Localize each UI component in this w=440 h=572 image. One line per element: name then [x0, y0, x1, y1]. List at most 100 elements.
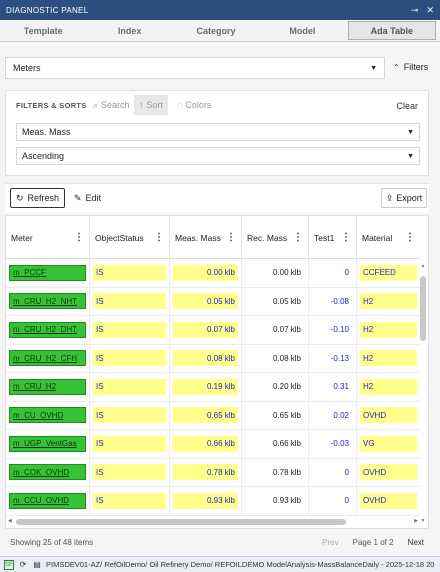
table-row[interactable]: m_CCU_OVHD IS 0.93 klb 0.93 klb 0 OVHD	[6, 487, 420, 516]
table-row[interactable]: m_CRU_H2_DHT IS 0.07 klb 0.07 klb -0.10 H2	[6, 316, 420, 345]
object-type-select[interactable]: Meters ▼	[5, 57, 385, 79]
export-label: Export	[396, 193, 423, 203]
table-row[interactable]: m_CRU_H2_CFH IS 0.08 klb 0.08 klb -0.13 H2	[6, 344, 420, 373]
clear-button[interactable]: Clear	[396, 101, 418, 111]
meter-link[interactable]: m_CRU_H2_NHT	[9, 293, 86, 310]
meas-mass-cell: 0.07 klb	[173, 321, 238, 338]
pencil-icon: ✎	[74, 192, 82, 203]
table-row[interactable]: m_CU_OVHD IS 0.65 klb 0.65 klb 0.02 OVHD	[6, 401, 420, 430]
table-row[interactable]: m_PCCF IS 0.00 klb 0.00 klb 0 CCFEED	[6, 259, 420, 288]
tab-model[interactable]: Model	[259, 20, 345, 41]
vertical-scrollbar[interactable]: ▲ ▼	[420, 261, 426, 526]
material-cell: H2	[357, 288, 420, 316]
sort-field-value: Meas. Mass	[22, 127, 71, 137]
sort-order-value: Ascending	[22, 151, 65, 161]
meter-link[interactable]: m_CU_OVHD	[9, 407, 86, 424]
meter-cell: m_COK_OVHD	[6, 458, 90, 486]
tab-index[interactable]: Index	[86, 20, 172, 41]
column-header-meter[interactable]: Meter ⋮	[6, 216, 90, 259]
meter-link[interactable]: m_COK_OVHD	[9, 464, 86, 481]
table-row[interactable]: m_CRU_H2 IS 0.19 klb 0.20 klb 0.31 H2	[6, 373, 420, 402]
meter-link[interactable]: m_CRU_H2_DHT	[9, 321, 86, 338]
test1-cell: 0	[344, 467, 349, 477]
tab-category[interactable]: Category	[173, 20, 259, 41]
status-badge: SF	[4, 559, 14, 570]
rec-mass-cell: 0.78 klb	[242, 458, 309, 486]
horizontal-scroll-thumb[interactable]	[16, 519, 346, 525]
prev-page-button[interactable]: Prev	[322, 538, 338, 547]
column-header-rec-mass[interactable]: Rec. Mass ⋮	[242, 216, 309, 259]
sync-icon[interactable]: ⟳	[18, 560, 28, 570]
scroll-left-icon[interactable]: ◀	[8, 518, 12, 524]
column-header-meas-mass[interactable]: Meas. Mass ⋮	[170, 216, 242, 259]
tab-template[interactable]: Template	[0, 20, 86, 41]
data-grid: Meter ⋮ ObjectStatus ⋮ Meas. Mass ⋮ Rec.…	[5, 215, 429, 529]
rec-mass-cell: 0.08 klb	[272, 353, 301, 363]
material-cell: OVHD	[357, 459, 420, 487]
column-menu-icon[interactable]: ⋮	[74, 232, 84, 243]
material-cell: OVHD	[360, 464, 417, 481]
vertical-scroll-thumb[interactable]	[420, 276, 426, 341]
test1-cell: 0	[309, 487, 357, 515]
meter-link[interactable]: m_CRU_H2_CFH	[9, 350, 86, 367]
edit-button[interactable]: ✎ Edit	[70, 188, 105, 208]
object-status-cell: IS	[90, 344, 170, 372]
close-icon[interactable]: ✕	[426, 5, 434, 16]
meter-link[interactable]: m_PCCF	[9, 264, 86, 281]
sort-order-select[interactable]: Ascending ▼	[16, 147, 420, 165]
meter-cell: m_CCU_OVHD	[6, 487, 90, 515]
refresh-button[interactable]: ↻ Refresh	[10, 188, 65, 208]
grid-header-row: Meter ⋮ ObjectStatus ⋮ Meas. Mass ⋮ Rec.…	[6, 216, 420, 259]
test1-cell: 0.31	[333, 382, 349, 392]
column-header-material[interactable]: Material ⋮	[357, 216, 420, 259]
tab-ada-table[interactable]: Ada Table	[347, 21, 437, 40]
droplet-icon: ◌	[177, 100, 183, 110]
column-menu-icon[interactable]: ⋮	[293, 232, 303, 243]
material-cell: H2	[360, 321, 417, 338]
material-cell: CCFEED	[360, 264, 417, 281]
scroll-right-icon[interactable]: ▶	[414, 518, 418, 524]
meas-mass-cell: 0.93 klb	[170, 487, 242, 515]
table-row[interactable]: m_UGP_VentGas IS 0.66 klb 0.66 klb -0.03 VG	[6, 430, 420, 459]
column-menu-icon[interactable]: ⋮	[154, 232, 164, 243]
pin-icon[interactable]: ⊸	[411, 5, 419, 16]
column-header-label: ObjectStatus	[95, 232, 144, 243]
rec-mass-cell: 1.78 klb	[242, 515, 309, 516]
material-cell: OVHD	[360, 407, 417, 424]
filters-sorts-panel: FILTERS & SORTS ⌕ Search ↑ Sort ◌ Colors…	[5, 90, 429, 176]
column-header-objectstatus[interactable]: ObjectStatus ⋮	[90, 216, 170, 259]
table-row[interactable]: m_COK_OVHD IS 0.78 klb 0.78 klb 0 OVHD	[6, 458, 420, 487]
meas-mass-cell: 0.00 klb	[173, 264, 238, 281]
colors-button[interactable]: ◌ Colors	[172, 95, 216, 115]
rec-mass-cell: 0.00 klb	[272, 268, 301, 278]
meter-link[interactable]: m_CCU_OVHD	[9, 492, 86, 509]
rec-mass-cell: 0.05 klb	[242, 287, 309, 315]
table-row[interactable]: m_SGP_VentGasIS1.79 klb1.78 klb-0.13VG	[6, 515, 420, 516]
sort-button[interactable]: ↑ Sort	[134, 95, 169, 115]
column-menu-icon[interactable]: ⋮	[405, 232, 415, 243]
column-menu-icon[interactable]: ⋮	[226, 232, 236, 243]
meter-link[interactable]: m_CRU_H2	[9, 378, 86, 395]
meas-mass-cell: 0.65 klb	[170, 401, 242, 429]
export-button[interactable]: ⇪ Export	[381, 188, 427, 208]
object-type-value: Meters	[13, 63, 41, 73]
table-row[interactable]: m_CRU_H2_NHT IS 0.05 klb 0.05 klb -0.08 H2	[6, 287, 420, 316]
meter-link[interactable]: m_UGP_VentGas	[9, 435, 86, 452]
material-cell: VG	[360, 435, 417, 452]
column-header-test1[interactable]: Test1 ⋮	[309, 216, 357, 259]
search-button[interactable]: ⌕ Search	[88, 95, 135, 115]
object-status-cell: IS	[93, 378, 166, 395]
meas-mass-cell: 0.65 klb	[173, 407, 238, 424]
column-menu-icon[interactable]: ⋮	[341, 232, 351, 243]
scroll-down-icon[interactable]: ▼	[420, 518, 426, 524]
filters-toggle[interactable]: ⌃ Filters	[393, 62, 428, 72]
rec-mass-cell: 0.20 klb	[272, 382, 301, 392]
refresh-icon: ↻	[15, 192, 24, 203]
status-bar: SF ⟳ ▤ PIMSDEV01-AZ/ RefOilDemo/ Oil Ref…	[0, 556, 440, 572]
filters-sorts-title: FILTERS & SORTS	[16, 101, 87, 110]
scroll-up-icon[interactable]: ▲	[420, 263, 426, 269]
item-count: Showing 25 of 48 items	[10, 537, 94, 547]
next-page-button[interactable]: Next	[408, 538, 424, 547]
sort-field-select[interactable]: Meas. Mass ▼	[16, 123, 420, 141]
horizontal-scrollbar[interactable]: ◀ ▶	[8, 518, 418, 525]
